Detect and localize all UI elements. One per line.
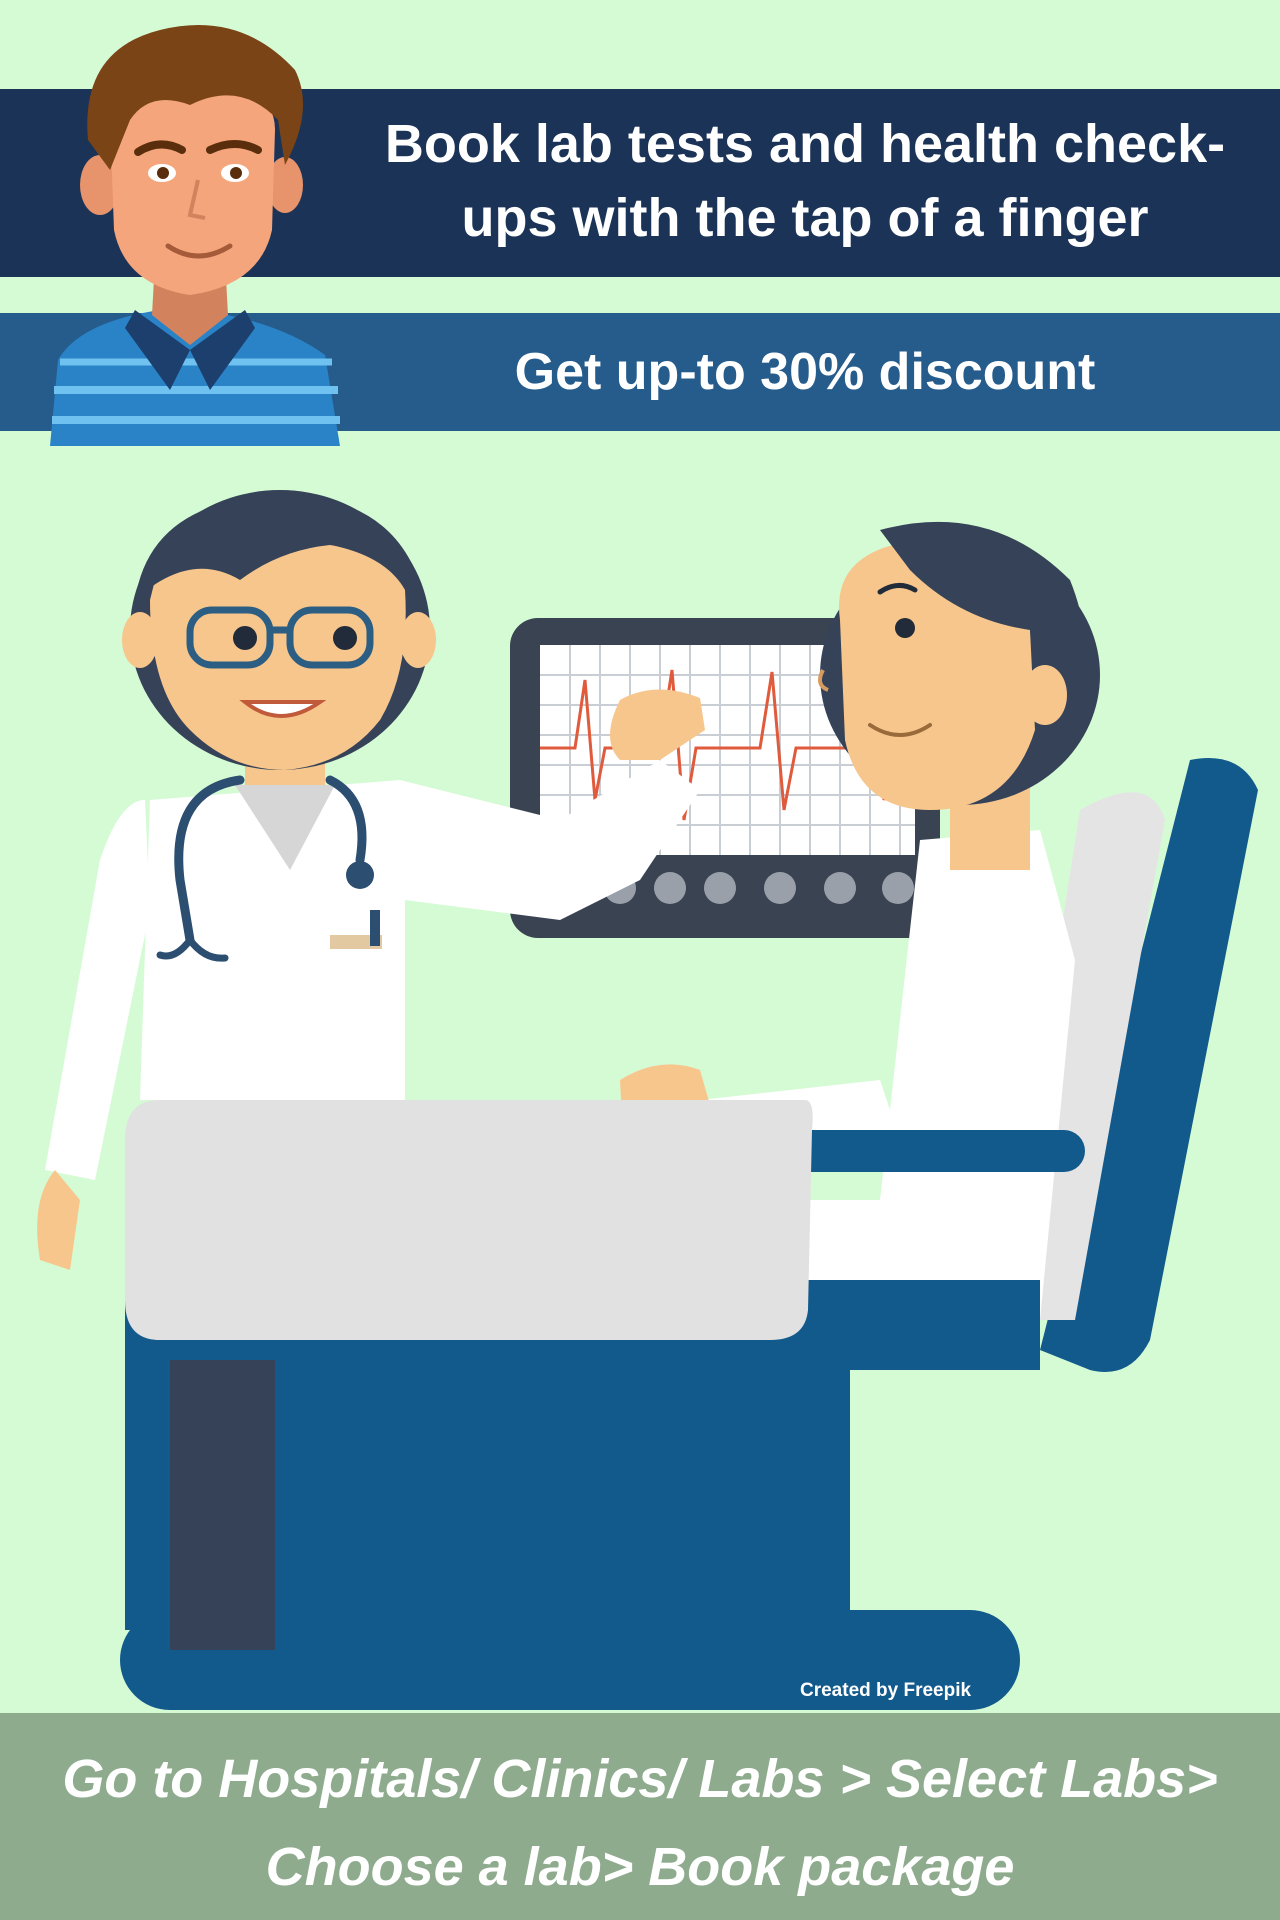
- instructions-line-1: Go to Hospitals/ Clinics/ Labs > Select …: [62, 1749, 1218, 1809]
- discount-text: Get up-to 30% discount: [514, 343, 1096, 401]
- credit-text: Created by Freepik: [800, 1680, 972, 1701]
- avatar-man-illustration: [50, 25, 340, 446]
- instructions-text: Go to Hospitals/ Clinics/ Labs > Select …: [20, 1735, 1260, 1911]
- promo-page: Book lab tests and health check-ups with…: [0, 0, 1280, 1920]
- doctor-patient-illustration: [37, 490, 1258, 1710]
- headline-text: Book lab tests and health check-ups with…: [384, 114, 1226, 248]
- instructions-footer: Go to Hospitals/ Clinics/ Labs > Select …: [0, 1713, 1280, 1920]
- instructions-line-2: Choose a lab> Book package: [265, 1837, 1015, 1897]
